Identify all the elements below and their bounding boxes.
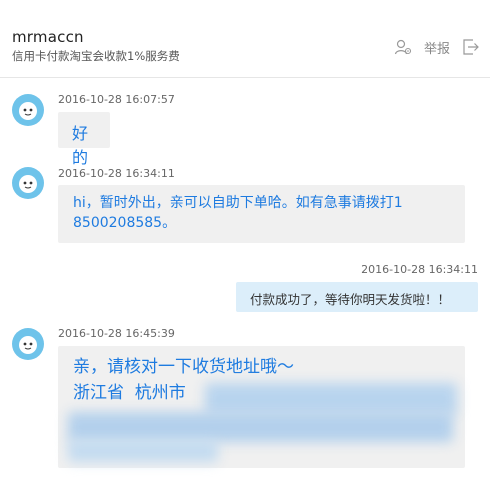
message-timestamp: 2016-10-28 16:34:11 <box>58 167 175 180</box>
user-settings-icon[interactable] <box>392 36 414 58</box>
message-bubble: 好的 <box>58 112 110 167</box>
message-bubble-outgoing: 付款成功了，等待你明天发货啦！！ <box>236 282 478 312</box>
header-actions: 举报 <box>392 36 482 58</box>
redacted-address <box>205 383 457 415</box>
message-bubble: hi，暂时外出，亲可以自助下单哈。如有急事请拨打1 8500208585。 <box>58 185 465 243</box>
message-timestamp: 2016-10-28 16:34:11 <box>361 263 478 276</box>
avatar[interactable] <box>12 94 44 126</box>
message-text-line: hi，暂时外出，亲可以自助下单哈。如有急事请拨打1 <box>73 195 403 211</box>
report-button[interactable]: 举报 <box>424 38 450 57</box>
contact-name: mrmaccn <box>12 28 84 46</box>
message-timestamp: 2016-10-28 16:45:39 <box>58 327 175 340</box>
redacted-address <box>68 440 218 462</box>
avatar[interactable] <box>12 328 44 360</box>
message-text: 付款成功了，等待你明天发货啦！！ <box>250 292 451 307</box>
redacted-address <box>68 412 453 442</box>
avatar[interactable] <box>12 167 44 199</box>
message-timestamp: 2016-10-28 16:07:57 <box>58 93 175 106</box>
chat-header: mrmaccn 信用卡付款淘宝会收款1%服务费 举报 <box>0 0 490 78</box>
exit-icon[interactable] <box>460 36 482 58</box>
contact-subtitle: 信用卡付款淘宝会收款1%服务费 <box>12 49 180 63</box>
message-text-line: 亲，请核对一下收货地址哦～ <box>73 357 294 377</box>
message-text: 好的 <box>72 124 89 167</box>
message-text-line: 8500208585。 <box>73 215 177 231</box>
